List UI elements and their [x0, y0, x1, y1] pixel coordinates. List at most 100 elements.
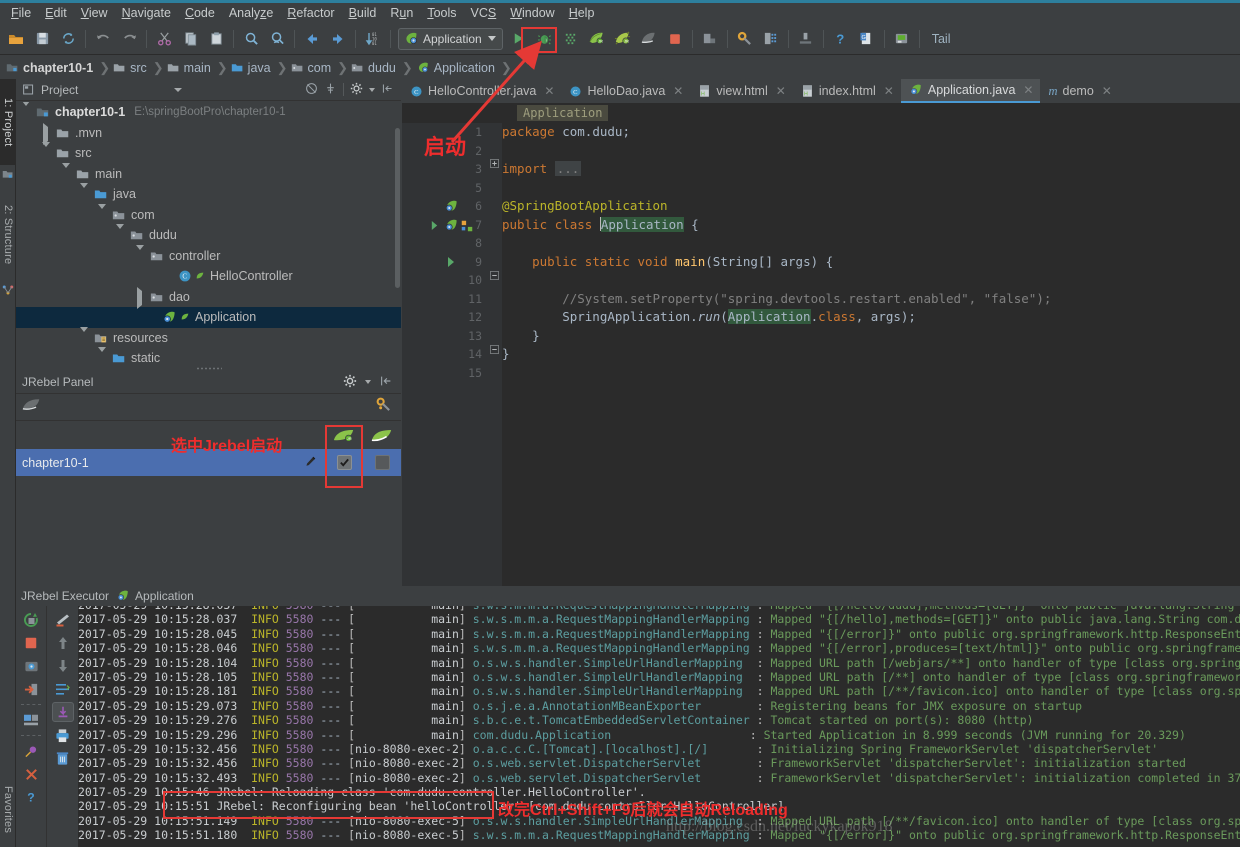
sync-icon[interactable] [56, 27, 80, 51]
tree-node-dao[interactable]: dao [16, 286, 401, 309]
sidebar-item-project[interactable]: 1: Project [0, 79, 16, 165]
tree-node-controller[interactable]: controller [16, 244, 401, 267]
scroll-down-icon[interactable] [52, 656, 74, 676]
menu-edit[interactable]: Edit [38, 4, 74, 22]
editor-tab-hellodao[interactable]: C HelloDao.java ✕ [561, 79, 690, 103]
jrebel-debug-checkbox[interactable] [363, 455, 401, 470]
jrebel-profile-icon[interactable] [637, 27, 661, 51]
redo-icon[interactable] [117, 27, 141, 51]
run-icon[interactable] [507, 27, 531, 51]
bean-graph-gutter-icon[interactable] [460, 219, 474, 236]
find-icon[interactable] [239, 27, 263, 51]
editor-tab-view-html[interactable]: H view.html ✕ [690, 79, 792, 103]
copy-icon[interactable] [178, 27, 202, 51]
settings-project-icon[interactable] [698, 27, 722, 51]
jrebel-project-row[interactable]: chapter10-1 [16, 449, 401, 476]
jrebel-run-checkbox[interactable] [325, 455, 363, 470]
tree-node-dudu[interactable]: dudu [16, 224, 401, 246]
jrebel-run-column-icon[interactable]: JR [325, 426, 363, 445]
jrebel-logo-icon[interactable] [22, 396, 42, 418]
breadcrumb-item-java[interactable]: java [231, 61, 274, 75]
breadcrumb-item-src[interactable]: src [113, 61, 150, 75]
chevron-down-icon[interactable] [174, 87, 183, 92]
menu-build[interactable]: Build [342, 4, 384, 22]
tree-node-chapter10-1[interactable]: chapter10-1 E:\springBootPro\chapter10-1 [16, 102, 401, 123]
breadcrumb-item-com[interactable]: com [291, 61, 335, 75]
chevron-down-icon[interactable] [369, 87, 375, 92]
expand-icon[interactable] [324, 82, 337, 98]
jrebel-debug-column-icon[interactable] [363, 426, 401, 445]
breadcrumb-item-chapter10-1[interactable]: chapter10-1 [6, 61, 96, 75]
paste-icon[interactable] [204, 27, 228, 51]
tree-node-mvn[interactable]: .mvn [16, 122, 401, 145]
close-icon[interactable]: ✕ [776, 84, 786, 98]
menu-code[interactable]: Code [178, 4, 222, 22]
chevron-down-icon[interactable] [116, 224, 124, 244]
tree-node-resources[interactable]: resources [16, 326, 401, 349]
project-tree[interactable]: chapter10-1 E:\springBootPro\chapter10-1… [16, 102, 401, 366]
editor-tab-application[interactable]: Application.java ✕ [900, 79, 1041, 103]
help-icon[interactable]: ? [20, 787, 42, 807]
console-settings-icon[interactable] [20, 710, 42, 730]
checkbox-unchecked[interactable] [374, 455, 390, 470]
tree-node-main[interactable]: main [16, 162, 401, 185]
soft-wrap-icon[interactable] [52, 610, 74, 630]
project-tree-scrollbar[interactable] [395, 128, 400, 288]
spring-bean-gutter-icon[interactable] [444, 199, 459, 217]
fold-collapse-icon[interactable] [490, 342, 499, 357]
jrebel-debug-icon[interactable]: JR [611, 27, 635, 51]
scroll-up-icon[interactable] [52, 633, 74, 653]
sidebar-item-structure[interactable]: 2: Structure [0, 189, 16, 281]
console-app-label[interactable]: Application [135, 589, 194, 603]
wrap-lines-icon[interactable] [52, 679, 74, 699]
chevron-down-icon[interactable] [365, 380, 371, 384]
undo-icon[interactable] [91, 27, 115, 51]
jrebel-config-icon[interactable] [375, 396, 401, 418]
menu-vcs[interactable]: VCS [464, 4, 504, 22]
tail-label[interactable]: Tail [932, 32, 951, 46]
chevron-down-icon[interactable] [487, 36, 496, 41]
menu-view[interactable]: View [74, 4, 115, 22]
sdk-icon[interactable] [794, 27, 818, 51]
menu-navigate[interactable]: Navigate [115, 4, 178, 22]
forward-icon[interactable] [326, 27, 350, 51]
chevron-down-icon[interactable] [80, 326, 88, 346]
run-configuration-selector[interactable]: Application [398, 27, 503, 50]
breadcrumb-item-dudu[interactable]: dudu [351, 61, 399, 75]
chevron-down-icon[interactable] [62, 162, 70, 182]
save-all-icon[interactable] [30, 27, 54, 51]
close-icon[interactable]: ✕ [1102, 84, 1112, 98]
hide-icon[interactable] [381, 82, 394, 98]
gear-icon[interactable] [350, 82, 363, 98]
find-replace-icon[interactable] [265, 27, 289, 51]
menu-refactor[interactable]: Refactor [280, 4, 341, 22]
fold-collapse-icon[interactable] [490, 268, 499, 283]
chevron-down-icon[interactable] [98, 203, 106, 223]
back-icon[interactable] [300, 27, 324, 51]
scroll-to-end-icon[interactable] [51, 702, 74, 722]
tree-node-com[interactable]: com [16, 203, 401, 226]
menu-tools[interactable]: Tools [420, 4, 463, 22]
editor-fold-column[interactable] [488, 123, 502, 586]
tree-node-java[interactable]: java [16, 183, 401, 205]
editor-tab-demo[interactable]: m demo ✕ [1040, 79, 1118, 103]
console-tab-label[interactable]: JRebel Executor [21, 589, 109, 603]
menu-analyze[interactable]: Analyze [222, 4, 280, 22]
update-icon[interactable]: G [855, 27, 879, 51]
run-gutter-icon[interactable] [446, 256, 456, 271]
chevron-down-icon[interactable] [42, 142, 50, 162]
exit-icon[interactable] [20, 679, 42, 699]
tree-node-application[interactable]: Application [16, 307, 401, 328]
debug-icon[interactable] [533, 27, 557, 51]
spring-bean-gutter-icon[interactable] [444, 218, 459, 236]
console-log[interactable]: 2017-05-29 10:15:28.037 INFO 5580 --- [ … [78, 606, 1240, 847]
editor-breadcrumb-chip[interactable]: Application [517, 105, 609, 121]
trash-icon[interactable] [52, 748, 74, 768]
pencil-edit-icon[interactable] [304, 455, 317, 471]
editor-gutter[interactable]: 1 2 3 5 6 7 8 9 10 11 12 13 14 15 [402, 123, 488, 586]
close-icon[interactable]: ✕ [673, 84, 683, 98]
stop-icon[interactable] [663, 27, 687, 51]
chevron-down-icon[interactable] [98, 347, 106, 366]
help-icon[interactable]: ? [829, 27, 853, 51]
breadcrumb-item-application[interactable]: Application [416, 61, 498, 75]
